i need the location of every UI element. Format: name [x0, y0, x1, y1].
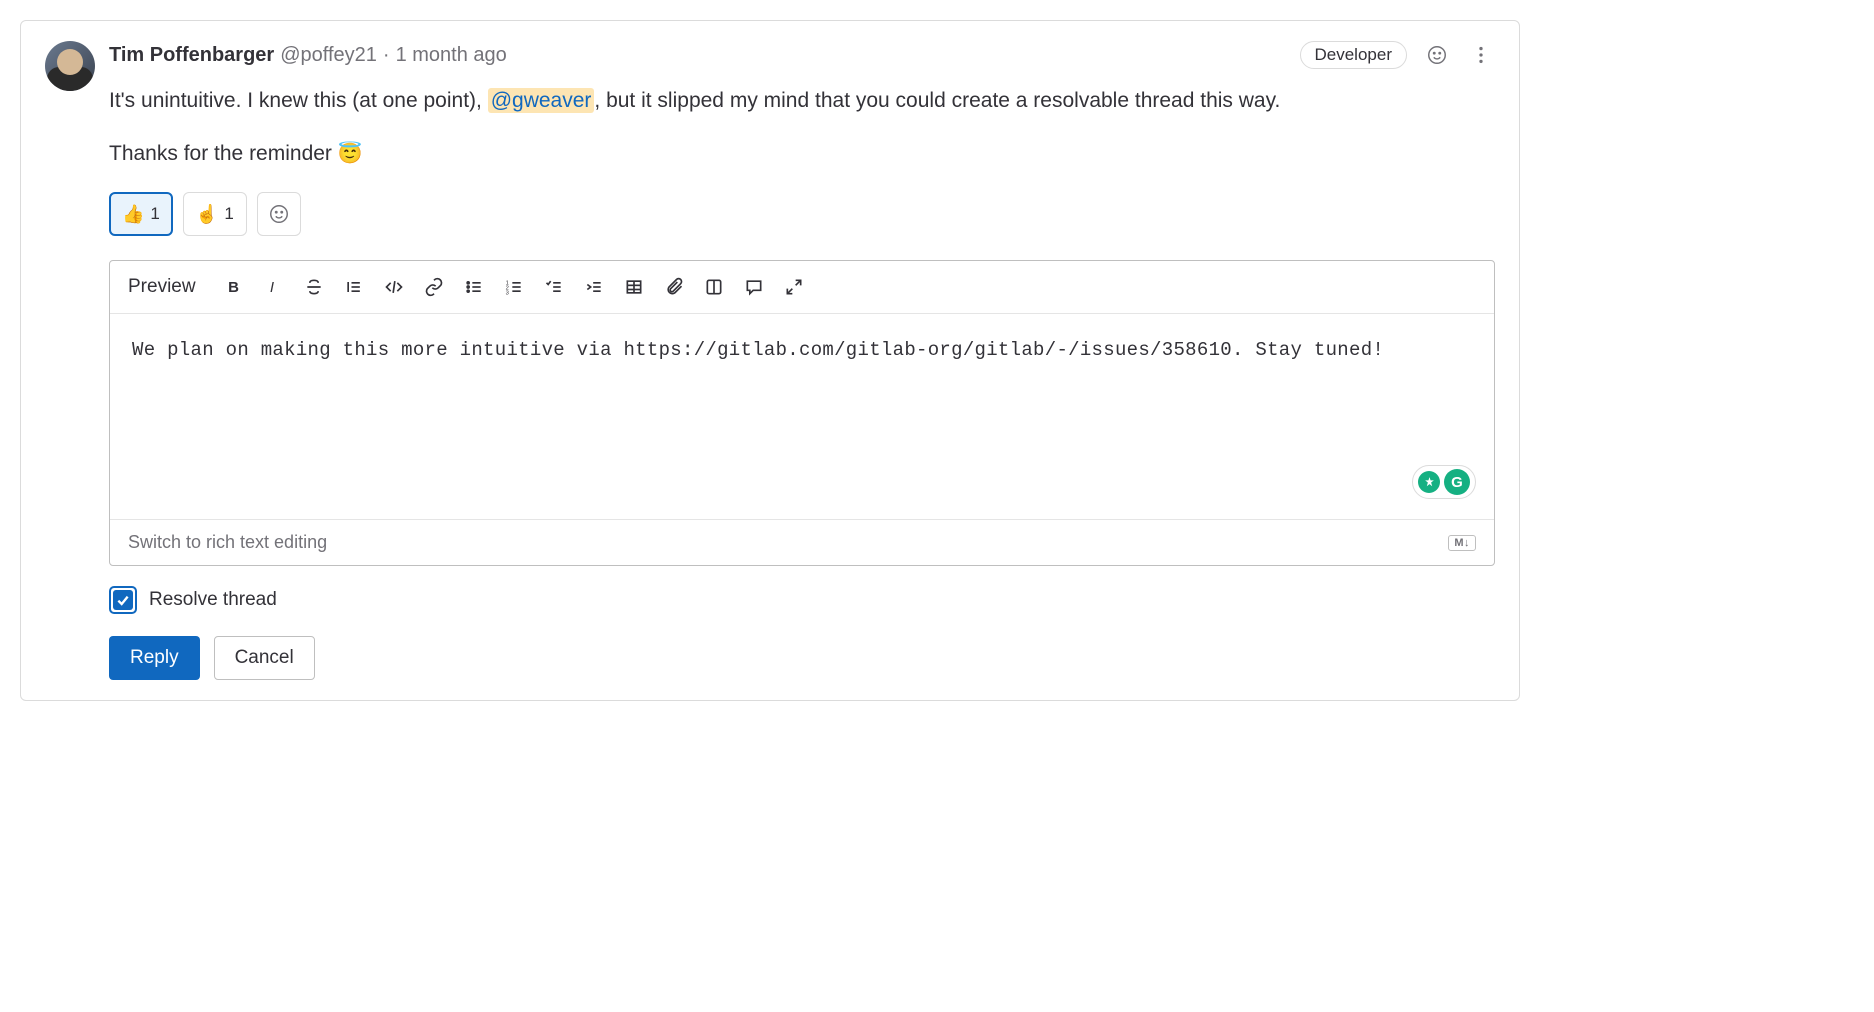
italic-button[interactable]: I	[258, 271, 290, 303]
author-name[interactable]: Tim Poffenbarger	[109, 44, 274, 67]
comment-meta: Tim Poffenbarger @poffey21 · 1 month ago…	[109, 41, 1495, 69]
strikethrough-button[interactable]	[298, 271, 330, 303]
svg-text:3: 3	[505, 291, 508, 297]
kebab-icon	[1470, 44, 1492, 66]
link-icon	[424, 277, 444, 297]
timestamp: 1 month ago	[396, 44, 507, 67]
action-row: Reply Cancel	[109, 636, 1495, 680]
reply-button[interactable]: Reply	[109, 636, 200, 680]
bullet-list-button[interactable]	[458, 271, 490, 303]
svg-text:B: B	[228, 279, 239, 296]
point-up-icon: ☝️	[196, 204, 218, 225]
meta-right: Developer	[1300, 41, 1496, 69]
fullscreen-icon	[784, 277, 804, 297]
halo-emoji-icon: 😇	[338, 143, 363, 165]
checkmark-icon	[113, 590, 133, 610]
comment-text: It's unintuitive. I knew this (at one po…	[109, 85, 1495, 170]
quote-icon	[344, 277, 364, 297]
avatar[interactable]	[45, 41, 95, 91]
italic-icon: I	[264, 277, 284, 297]
preview-tab[interactable]: Preview	[128, 276, 196, 298]
task-list-icon	[544, 277, 564, 297]
suggestion-icon	[704, 277, 724, 297]
fullscreen-button[interactable]	[778, 271, 810, 303]
strikethrough-icon	[304, 277, 324, 297]
numbered-list-button[interactable]: 123	[498, 271, 530, 303]
more-options-button[interactable]	[1467, 41, 1495, 69]
code-icon	[384, 277, 404, 297]
switch-editor-link[interactable]: Switch to rich text editing	[128, 532, 327, 553]
thumbs-up-icon: 👍	[122, 204, 144, 225]
comment-text-part1: It's unintuitive. I knew this (at one po…	[109, 89, 488, 112]
smiley-icon	[268, 203, 290, 225]
grammarly-g-icon: G	[1444, 469, 1470, 495]
reaction-count: 1	[224, 204, 233, 224]
comment-body: Tim Poffenbarger @poffey21 · 1 month ago…	[109, 41, 1495, 680]
paperclip-icon	[664, 277, 684, 297]
table-icon	[624, 277, 644, 297]
thread-card: Tim Poffenbarger @poffey21 · 1 month ago…	[20, 20, 1520, 701]
numbered-list-icon: 123	[504, 277, 524, 297]
grammarly-widget[interactable]: G	[1412, 465, 1476, 499]
code-button[interactable]	[378, 271, 410, 303]
grammarly-bulb-icon	[1418, 471, 1440, 493]
bullet-list-icon	[464, 277, 484, 297]
reaction-thumbs-up[interactable]: 👍 1	[109, 192, 173, 236]
author-handle[interactable]: @poffey21	[280, 44, 377, 67]
reaction-count: 1	[150, 204, 159, 224]
reply-textarea[interactable]	[110, 314, 1494, 514]
indent-icon	[584, 277, 604, 297]
comment-header: Tim Poffenbarger @poffey21 · 1 month ago…	[45, 41, 1495, 680]
resolve-checkbox[interactable]	[109, 586, 137, 614]
separator: ·	[383, 44, 390, 67]
comment-text-part2: , but it slipped my mind that you could …	[594, 89, 1280, 112]
svg-text:I: I	[269, 279, 273, 296]
resolve-label: Resolve thread	[149, 589, 277, 611]
reactions-bar: 👍 1 ☝️ 1	[109, 192, 1495, 236]
resolve-thread-row: Resolve thread	[109, 586, 1495, 614]
reaction-point-up[interactable]: ☝️ 1	[183, 192, 247, 236]
cancel-button[interactable]: Cancel	[214, 636, 315, 680]
table-button[interactable]	[618, 271, 650, 303]
add-reaction-button[interactable]	[1423, 41, 1451, 69]
suggestion-button[interactable]	[698, 271, 730, 303]
attach-button[interactable]	[658, 271, 690, 303]
indent-button[interactable]	[578, 271, 610, 303]
editor-footer: Switch to rich text editing M↓	[110, 519, 1494, 565]
editor-toolbar: Preview B I 123	[110, 261, 1494, 314]
bold-button[interactable]: B	[218, 271, 250, 303]
reply-editor: Preview B I 123	[109, 260, 1495, 566]
comment-text-line2: Thanks for the reminder	[109, 142, 338, 165]
smiley-icon	[1426, 44, 1448, 66]
markdown-badge[interactable]: M↓	[1448, 535, 1476, 551]
link-button[interactable]	[418, 271, 450, 303]
meta-left: Tim Poffenbarger @poffey21 · 1 month ago	[109, 44, 507, 67]
bold-icon: B	[224, 277, 244, 297]
task-list-button[interactable]	[538, 271, 570, 303]
add-reaction-inline-button[interactable]	[257, 192, 301, 236]
comment-button[interactable]	[738, 271, 770, 303]
role-badge: Developer	[1300, 41, 1408, 69]
user-mention[interactable]: @gweaver	[488, 88, 595, 113]
quote-button[interactable]	[338, 271, 370, 303]
speech-bubble-icon	[744, 277, 764, 297]
